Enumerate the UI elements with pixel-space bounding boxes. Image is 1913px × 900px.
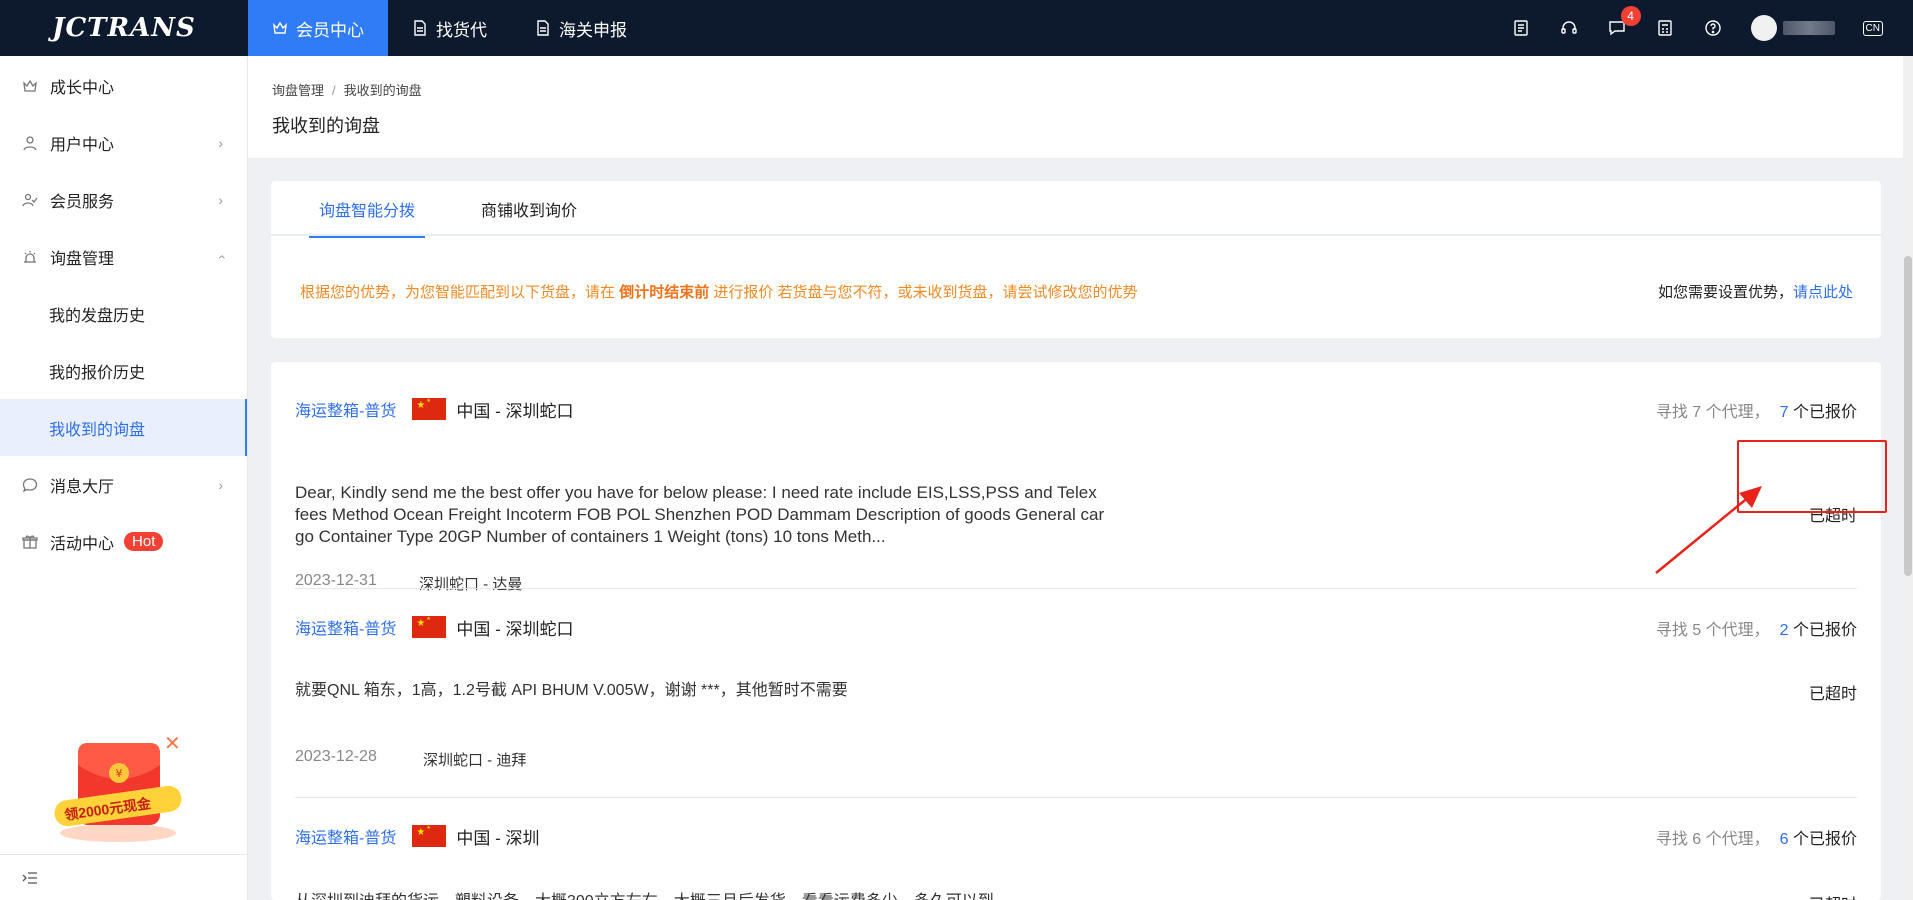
sidebar-item-my-quote-history[interactable]: 我的报价历史 bbox=[0, 342, 247, 399]
language-switch[interactable]: CN bbox=[1862, 20, 1883, 36]
hot-badge: Hot bbox=[124, 532, 164, 551]
menu-fold-icon bbox=[22, 871, 37, 884]
sidebar-item-activity-center[interactable]: 活动中心 Hot bbox=[0, 513, 247, 570]
document-icon bbox=[537, 20, 549, 36]
top-navigation-bar: JCTRANS 会员中心 找货代 海关申报 4 CN bbox=[0, 0, 1913, 56]
chevron-up-icon: › bbox=[212, 254, 229, 259]
user-account-menu[interactable] bbox=[1750, 15, 1835, 41]
blurred-username bbox=[1782, 21, 1835, 35]
tab-shop-inquiries[interactable]: 商铺收到询价 bbox=[481, 181, 577, 236]
chevron-right-icon: › bbox=[218, 191, 223, 208]
inquiry-route: 中国 - 深圳 bbox=[456, 828, 540, 848]
chat-icon bbox=[22, 477, 38, 493]
calculator-icon[interactable] bbox=[1655, 18, 1675, 38]
set-advantage-hint: 如您需要设置优势，请点此处 bbox=[1657, 284, 1853, 301]
china-flag-icon: ★ ★ bbox=[412, 616, 447, 638]
sidebar-collapse-toggle[interactable] bbox=[0, 854, 248, 900]
topnav-customs-declaration[interactable]: 海关申报 bbox=[511, 0, 651, 56]
gift-icon bbox=[22, 534, 38, 550]
smart-match-notice: 根据您的优势，为您智能匹配到以下货盘，请在 倒计时结束前 进行报价 若货盘与您不… bbox=[300, 284, 1138, 301]
close-icon[interactable]: ✕ bbox=[164, 731, 181, 756]
page-scrollbar[interactable] bbox=[1903, 56, 1913, 900]
annotation-arrow bbox=[1655, 486, 1762, 574]
status-timeout: 已超时 bbox=[1808, 686, 1857, 703]
inquiry-list: 海运整箱-普货 ★ ★ 中国 - 深圳蛇口 寻找 7 个代理， 7 个已报价 Dea… bbox=[271, 362, 1881, 900]
inquiry-date: 2023-12-28 bbox=[295, 748, 377, 765]
jctrans-logo[interactable]: JCTRANS bbox=[0, 0, 248, 56]
notification-count-badge: 4 bbox=[1620, 6, 1641, 26]
inquiry-route: 中国 - 深圳蛇口 bbox=[456, 619, 574, 639]
countdown-emphasis: 倒计时结束前 bbox=[619, 284, 710, 301]
topbar-right-tools: 4 CN bbox=[1511, 0, 1883, 56]
divider bbox=[295, 588, 1857, 589]
inquiry-destination: 深圳蛇口 - 迪拜 bbox=[423, 752, 527, 769]
chevron-right-icon: › bbox=[218, 476, 223, 493]
inquiry-route: 中国 - 深圳蛇口 bbox=[456, 401, 574, 421]
status-timeout: 已超时 bbox=[1809, 891, 1857, 900]
list-item[interactable]: 海运整箱-普货 ★ ★ 中国 - 深圳蛇口 寻找 5 个代理， 2 个已报价 就要Q… bbox=[295, 612, 1857, 772]
sidebar-item-my-offer-history[interactable]: 我的发盘历史 bbox=[0, 285, 247, 342]
crown-icon bbox=[22, 78, 38, 94]
list-item[interactable]: 海运整箱-普货 ★ ★ 中国 - 深圳蛇口 寻找 7 个代理， 7 个已报价 Dea… bbox=[295, 394, 1857, 593]
members-icon bbox=[22, 192, 38, 208]
alarm-icon bbox=[22, 249, 38, 265]
sidebar-item-message-hall[interactable]: 消息大厅 › bbox=[0, 456, 247, 513]
chevron-right-icon: › bbox=[218, 134, 223, 151]
list-item[interactable]: 海运整箱-普货 ★★ 中国 - 深圳 寻找 6 个代理，6 个已报价 从深圳到迪… bbox=[295, 821, 1857, 900]
agent-stats: 寻找 7 个代理， 7 个已报价 bbox=[1655, 404, 1857, 421]
page-header: 询盘管理 / 我收到的询盘 我收到的询盘 bbox=[248, 56, 1913, 158]
topnav-find-forwarder[interactable]: 找货代 bbox=[388, 0, 511, 56]
inquiry-description: Dear, Kindly send me the best offer you … bbox=[295, 483, 1105, 546]
orders-icon[interactable] bbox=[1511, 18, 1531, 38]
breadcrumb-separator: / bbox=[332, 83, 336, 98]
inquiry-type-link[interactable]: 海运整箱-普货 bbox=[295, 824, 396, 848]
tabs-card: 询盘智能分拨 商铺收到询价 根据您的优势，为您智能匹配到以下货盘，请在 倒计时结… bbox=[271, 181, 1881, 338]
sidebar-item-inquiry-management[interactable]: 询盘管理 › bbox=[0, 228, 247, 285]
inquiry-description: 从深圳到迪拜的货运，塑料设备，大概300立方左右，大概三月后发货，看看运费多少，… bbox=[295, 891, 1105, 900]
china-flag-icon: ★ ★ bbox=[412, 825, 447, 847]
topnav-member-center[interactable]: 会员中心 bbox=[248, 0, 388, 56]
inquiry-type-link[interactable]: 海运整箱-普货 bbox=[295, 397, 396, 421]
messages-icon[interactable]: 4 bbox=[1607, 6, 1641, 38]
agent-stats: 寻找 6 个代理， 6 个已报价 bbox=[1655, 831, 1857, 848]
svg-text:¥: ¥ bbox=[116, 767, 123, 780]
breadcrumb-current: 我收到的询盘 bbox=[343, 83, 422, 98]
page-title: 我收到的询盘 bbox=[272, 116, 380, 136]
sidebar: 成长中心 用户中心 › 会员服务 › 询盘管理 › 我的发盘历史 我的报价历史 … bbox=[0, 56, 248, 900]
document-icon bbox=[414, 20, 426, 36]
inquiry-type-link[interactable]: 海运整箱-普货 bbox=[295, 615, 396, 639]
help-icon[interactable] bbox=[1703, 18, 1723, 38]
inquiry-description: 就要QNL 箱东，1高，1.2号截 API BHUM V.005W，谢谢 ***… bbox=[295, 682, 848, 699]
scrollbar-thumb[interactable] bbox=[1904, 256, 1912, 576]
tabs: 询盘智能分拨 商铺收到询价 bbox=[271, 181, 1881, 238]
avatar bbox=[1750, 15, 1777, 41]
tab-smart-dispatch[interactable]: 询盘智能分拨 bbox=[308, 181, 426, 238]
set-advantage-link[interactable]: 请点此处 bbox=[1793, 284, 1853, 301]
breadcrumb: 询盘管理 / 我收到的询盘 bbox=[272, 80, 422, 99]
sidebar-item-member-services[interactable]: 会员服务 › bbox=[0, 171, 247, 228]
sidebar-item-received-inquiries[interactable]: 我收到的询盘 bbox=[0, 399, 247, 456]
divider bbox=[295, 797, 1857, 798]
top-nav: 会员中心 找货代 海关申报 bbox=[248, 0, 651, 56]
breadcrumb-parent[interactable]: 询盘管理 bbox=[272, 83, 324, 98]
support-headset-icon[interactable] bbox=[1559, 18, 1579, 38]
crown-icon bbox=[273, 21, 287, 34]
inquiry-destination: 深圳蛇口 - 达曼 bbox=[419, 576, 523, 593]
china-flag-icon: ★ ★ bbox=[412, 398, 447, 420]
agent-stats: 寻找 5 个代理， 2 个已报价 bbox=[1655, 622, 1857, 639]
sidebar-item-user-center[interactable]: 用户中心 › bbox=[0, 114, 247, 171]
sidebar-item-growth-center[interactable]: 成长中心 bbox=[0, 57, 247, 114]
user-icon bbox=[22, 135, 38, 151]
